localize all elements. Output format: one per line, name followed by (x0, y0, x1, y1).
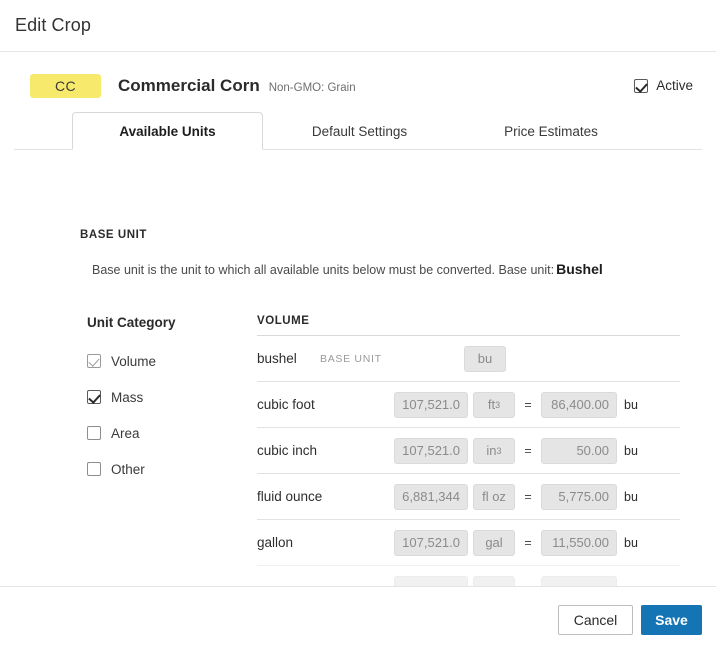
tab-price-estimates[interactable]: Price Estimates (456, 112, 646, 150)
unit-category-mass[interactable]: Mass (87, 379, 257, 415)
unit-value-input[interactable]: 6,881,344 (394, 483, 468, 510)
unit-name: cubic inch (257, 443, 318, 458)
crop-header: CC Commercial Corn Non-GMO: Grain Active (0, 52, 716, 98)
unit-symbol-text: ft (487, 397, 496, 412)
unit-result-input[interactable] (541, 575, 617, 586)
checkbox-volume[interactable] (87, 354, 101, 368)
dialog-titlebar: Edit Crop (0, 0, 716, 52)
tab-bar: Available Units Default Settings Price E… (0, 112, 716, 150)
base-unit-tag: BASE UNIT (320, 352, 382, 365)
unit-symbol-field[interactable]: gal (473, 529, 515, 556)
base-unit-description-text: Base unit is the unit to which all avail… (92, 263, 555, 277)
unit-name: cubic foot (257, 397, 315, 412)
unit-category-area[interactable]: Area (87, 415, 257, 451)
tab-default-settings[interactable]: Default Settings (263, 112, 456, 150)
unit-category-other[interactable]: Other (87, 451, 257, 487)
unit-value-input[interactable]: 107,521.0 (394, 391, 468, 418)
unit-category-label: Other (111, 461, 145, 477)
result-unit-suffix: bu (624, 397, 638, 412)
result-unit-suffix: bu (624, 535, 638, 550)
unit-category-panel: Unit Category Volume Mass Area Other (87, 315, 257, 586)
equals-sign: = (524, 535, 532, 550)
table-row: cubic foot 107,521.0 ft 3 = 86,400.00 bu (257, 381, 680, 427)
equals-sign: = (524, 397, 532, 412)
table-row-clipped (257, 565, 680, 586)
unit-symbol-text: gal (485, 535, 503, 550)
unit-symbol-text: fl oz (482, 489, 506, 504)
active-label: Active (656, 78, 693, 93)
unit-value-input[interactable]: 107,521.0 (394, 437, 468, 464)
crop-subtitle: Non-GMO: Grain (268, 81, 356, 94)
volume-section: VOLUME bushel BASE UNIT bu cubic foot 10… (257, 315, 716, 586)
equals-sign: = (524, 489, 532, 504)
unit-symbol-field[interactable] (473, 575, 515, 586)
unit-category-label: Area (111, 425, 140, 441)
unit-symbol-field[interactable]: bu (464, 345, 506, 372)
unit-name: fluid ounce (257, 489, 323, 504)
unit-symbol-field[interactable]: fl oz (473, 483, 515, 510)
cancel-button[interactable]: Cancel (558, 604, 633, 635)
unit-category-title: Unit Category (87, 315, 176, 330)
table-row: cubic inch 107,521.0 in 3 = 50.00 bu (257, 427, 680, 473)
unit-name: gallon (257, 535, 294, 550)
dialog-footer: Cancel Save (0, 586, 716, 652)
base-unit-value: Bushel (556, 261, 603, 277)
unit-value-input[interactable] (394, 575, 468, 586)
checkbox-area[interactable] (87, 426, 101, 440)
edit-crop-dialog: Edit Crop CC Commercial Corn Non-GMO: Gr… (0, 0, 716, 652)
result-unit-suffix: bu (624, 489, 638, 504)
unit-result-input[interactable]: 11,550.00 (541, 529, 617, 556)
unit-result-input[interactable]: 5,775.00 (541, 483, 617, 510)
base-unit-description: Base unit is the unit to which all avail… (92, 261, 716, 277)
base-unit-block: BASE UNIT Base unit is the unit to which… (0, 159, 716, 277)
checkbox-mass[interactable] (87, 390, 101, 404)
table-row: gallon 107,521.0 gal = 11,550.00 bu (257, 519, 680, 565)
table-row: bushel BASE UNIT bu (257, 335, 680, 381)
tab-available-units[interactable]: Available Units (72, 112, 263, 150)
tab-panel-available-units: BASE UNIT Base unit is the unit to which… (0, 159, 716, 586)
save-button[interactable]: Save (641, 604, 702, 635)
unit-value-input[interactable]: 107,521.0 (394, 529, 468, 556)
unit-category-label: Mass (111, 389, 144, 405)
table-row: fluid ounce 6,881,344 fl oz = 5,775.00 b… (257, 473, 680, 519)
unit-result-input[interactable]: 86,400.00 (541, 391, 617, 418)
active-checkbox[interactable] (634, 78, 649, 93)
crop-code-badge: CC (30, 73, 101, 98)
unit-symbol-text: in (486, 443, 497, 458)
units-columns: Unit Category Volume Mass Area Other VOL… (0, 315, 716, 586)
unit-symbol-field[interactable]: in 3 (473, 437, 515, 464)
unit-symbol-field[interactable]: ft 3 (473, 391, 515, 418)
volume-heading: VOLUME (257, 315, 310, 327)
checkbox-other[interactable] (87, 462, 101, 476)
equals-sign: = (524, 443, 532, 458)
page-title: Edit Crop (15, 15, 91, 35)
unit-result-input[interactable]: 50.00 (541, 437, 617, 464)
unit-category-volume[interactable]: Volume (87, 343, 257, 379)
result-unit-suffix: bu (624, 443, 638, 458)
base-unit-heading: BASE UNIT (80, 229, 147, 241)
active-toggle[interactable]: Active (634, 78, 693, 93)
unit-category-label: Volume (111, 353, 157, 369)
crop-name: Commercial Corn (118, 75, 260, 95)
